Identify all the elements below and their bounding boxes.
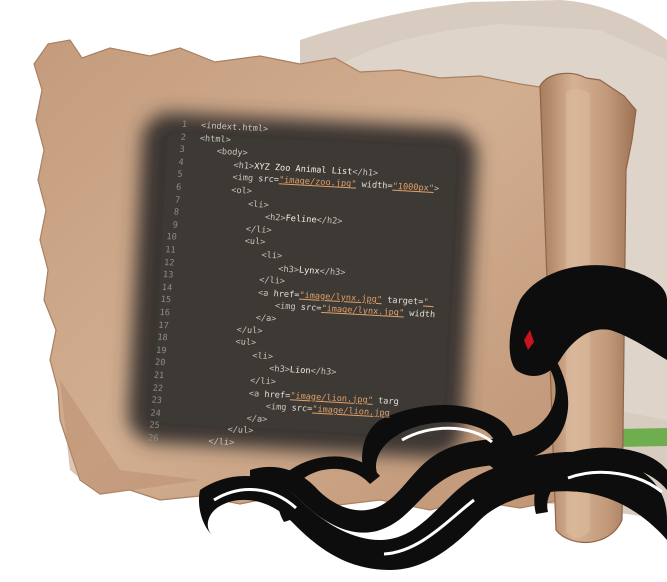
code-text: <h3>Lynx</h3> [278, 263, 346, 280]
code-token: <h3> [277, 264, 300, 276]
code-text: <li> [247, 198, 270, 212]
code-token: <a [257, 288, 274, 299]
code-line: 10 <ul> [120, 229, 266, 248]
code-token: "image/lynx.jpg" [320, 304, 405, 319]
code-text: <body> [216, 146, 248, 161]
code-token: <img [274, 301, 302, 314]
code-text: <html> [199, 132, 231, 147]
code-token: </h3> [319, 266, 346, 278]
code-token: </h2> [316, 215, 343, 228]
code-token: <body> [216, 146, 249, 159]
code-line: 4 <h1>XYZ Zoo Animal List</h1> [127, 154, 379, 178]
code-token: <h3> [268, 364, 291, 376]
code-line: 15 <img src="image/lynx.jpg" width [114, 292, 435, 320]
code-line: 26 </li> [102, 430, 235, 448]
code-text: <li> [261, 249, 283, 263]
code-line: 12 <h3>Lynx</h3> [118, 254, 346, 278]
code-line: 7 <li> [124, 191, 270, 210]
code-line: 9 </li> [121, 216, 272, 235]
code-line: 1 <indext.html> [130, 116, 268, 135]
code-line: 5 <img src="image/zoo.jpg" width="1000px"… [126, 166, 440, 195]
code-token: "_ [422, 297, 435, 308]
code-token: <img [265, 402, 292, 414]
code-text: <ul> [244, 236, 266, 250]
code-token: <h1> [233, 160, 255, 172]
code-line: 6 <ol> [125, 179, 253, 197]
code-token: </li> [245, 224, 273, 236]
code-line: 8 <h2>Feline</h2> [122, 204, 342, 227]
scene: 1 <indext.html> 2 <html> 3 <body> 4 <h1>XYZ Zoo… [0, 0, 667, 582]
code-token: Lion [289, 365, 311, 377]
code-line: 24 </a> [104, 405, 268, 424]
code-line: 25 </ul> [103, 417, 254, 437]
code-token: src= [291, 403, 313, 415]
code-token: <ul> [235, 337, 257, 349]
code-line: 14 <a href="image/lynx.jpg" target="_ [116, 279, 434, 308]
code-token: > [433, 184, 440, 195]
code-token: src= [300, 303, 322, 315]
code-line: 13 </li> [117, 267, 285, 287]
code-line: 3 <body> [128, 141, 248, 159]
code-token: <li> [247, 199, 270, 211]
code-token: targ [372, 395, 400, 407]
code-token: <img [231, 173, 259, 185]
code-line: 11 <li> [119, 242, 283, 261]
code-token: "1000px" [392, 182, 435, 195]
code-token: <li> [260, 250, 283, 262]
code-token: <h2> [264, 212, 286, 224]
code-token: "image/zoo.jpg" [278, 175, 357, 191]
code-token: </a> [246, 413, 268, 425]
code-token: </li> [207, 436, 235, 449]
code-text: </li> [208, 436, 235, 450]
code-line: 23 <img src="image/lion.jpg [105, 392, 390, 419]
code-text: <ol> [231, 185, 253, 199]
code-token: </h1> [351, 167, 379, 179]
code-token: <a [248, 388, 265, 400]
code-token: target= [381, 295, 424, 308]
code-token: <ol> [230, 185, 253, 197]
code-line: 16 </a> [113, 304, 277, 324]
code-line: 20 <h3>Lion</h3> [109, 355, 336, 378]
code-token: href= [263, 389, 291, 401]
code-token: </ul> [227, 425, 254, 437]
code-token: <ul> [244, 236, 266, 249]
code-token: <html> [199, 133, 232, 146]
code-token: "image/lion.jpg [311, 404, 391, 420]
code-token: Lynx [298, 265, 321, 277]
code-text: <li> [252, 350, 274, 364]
code-line: 21 </li> [108, 367, 276, 388]
code-token: <li> [251, 350, 274, 363]
code-token: </a> [255, 313, 277, 325]
code-token: </ul> [236, 324, 263, 337]
code-token: </li> [258, 275, 286, 287]
code-line: 22 <a href="image/lion.jpg" targ [106, 380, 399, 407]
code-token: </h3> [310, 366, 337, 379]
code-token: </li> [249, 376, 277, 388]
code-text: <h3>Lion</h3> [268, 363, 337, 380]
code-line: 17 </ul> [112, 317, 263, 336]
code-token: href= [273, 288, 300, 301]
code-token: Feline [285, 213, 317, 226]
line-number: 26 [147, 433, 159, 444]
code-line: 18 <ul> [111, 329, 257, 348]
code-line: 19 <li> [110, 342, 274, 362]
code-token: width [403, 308, 436, 321]
code-line: 2 <html> [129, 129, 231, 145]
code-listing: 1 <indext.html> 2 <html> 3 <body> 4 <h1>XYZ Zoo… [100, 112, 471, 480]
code-token: width= [355, 180, 393, 193]
code-token: src= [257, 174, 280, 186]
code-text: <h2>Feline</h2> [264, 212, 343, 229]
code-text: <ul> [235, 336, 257, 350]
